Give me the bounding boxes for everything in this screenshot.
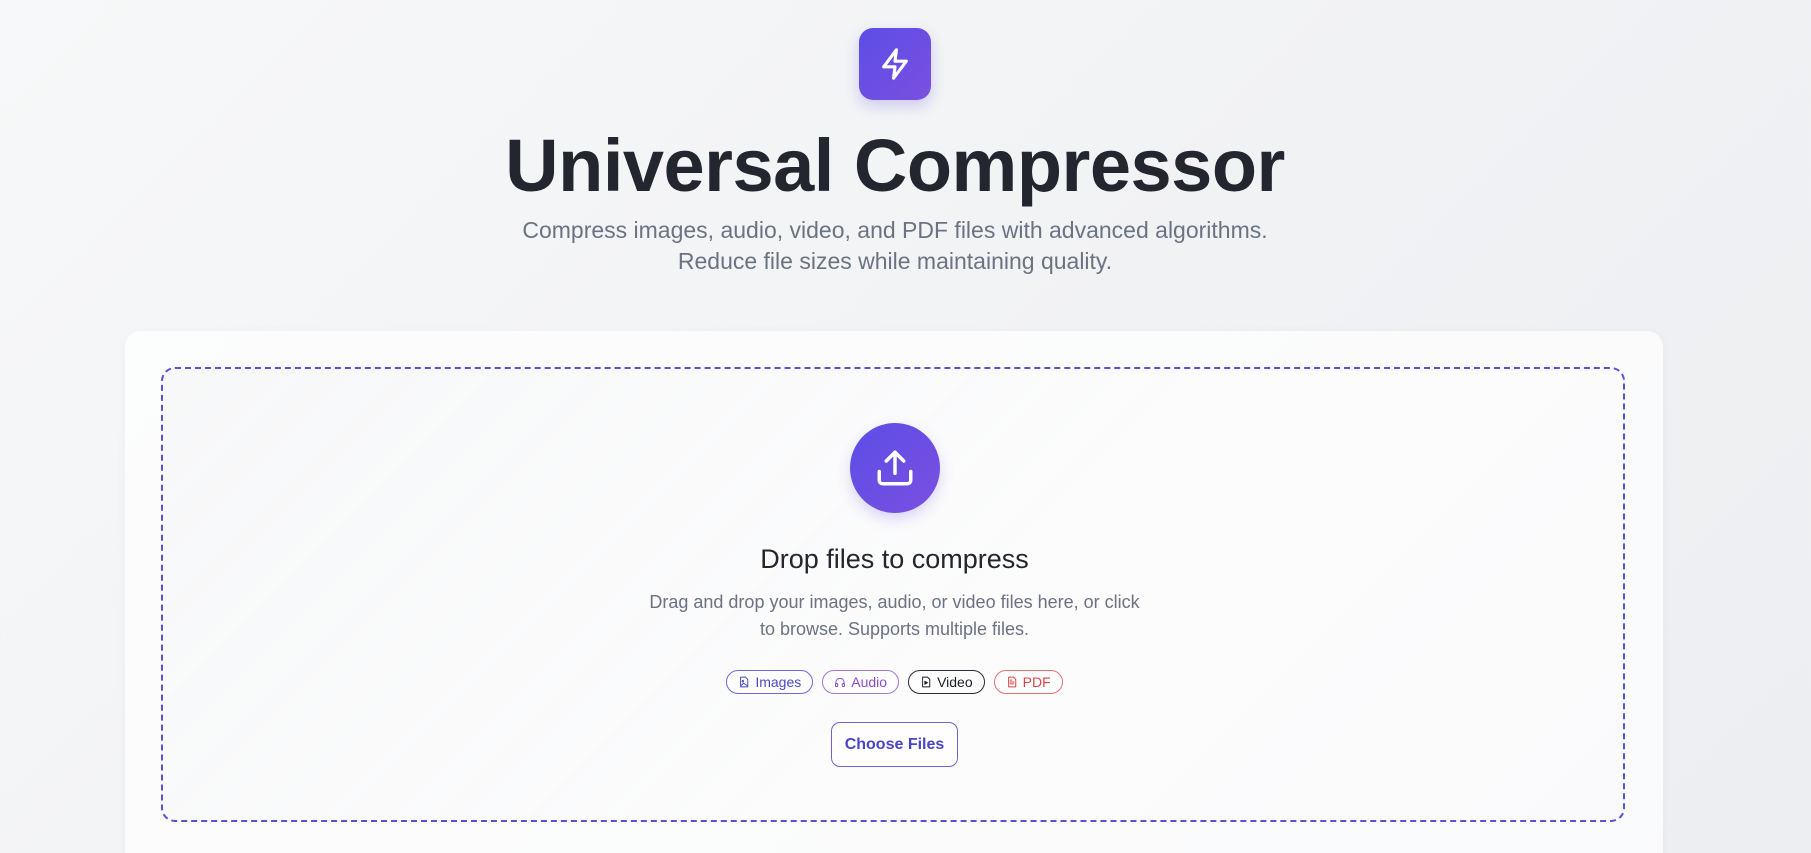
chip-video: Video: [908, 670, 985, 694]
page-title: Universal Compressor: [505, 124, 1285, 207]
page-subtitle: Compress images, audio, video, and PDF f…: [0, 215, 1790, 277]
audio-file-icon: [835, 677, 846, 687]
upload-icon: [877, 450, 913, 486]
app-logo: [859, 28, 931, 100]
subtitle-line-2: Reduce file sizes while maintaining qual…: [677, 248, 1113, 274]
chip-audio: Audio: [822, 670, 900, 694]
chip-images: Images: [726, 670, 814, 694]
image-file-icon: [740, 676, 749, 688]
subtitle-line-1: Compress images, audio, video, and PDF f…: [522, 217, 1268, 243]
chip-pdf: PDF: [993, 670, 1063, 694]
chip-video-label: Video: [937, 674, 973, 690]
lightning-bolt-icon: [882, 48, 908, 80]
choose-files-button[interactable]: Choose Files: [831, 722, 958, 767]
pdf-file-icon: [1007, 676, 1016, 688]
dropzone-title: Drop files to compress: [760, 544, 1029, 574]
dropzone-description-line-1: Drag and drop your images, audio, or vid…: [649, 592, 1140, 612]
chip-audio-label: Audio: [851, 674, 888, 690]
file-type-chips: Images Audio Video PDF: [0, 670, 1789, 694]
dropzone-description: Drag and drop your images, audio, or vid…: [0, 589, 1789, 643]
video-file-icon: [922, 676, 931, 688]
chip-images-label: Images: [755, 674, 802, 690]
chip-pdf-label: PDF: [1022, 674, 1051, 690]
dropzone-description-line-2: to browse. Supports multiple files.: [759, 619, 1030, 639]
upload-icon-badge: [850, 423, 940, 513]
